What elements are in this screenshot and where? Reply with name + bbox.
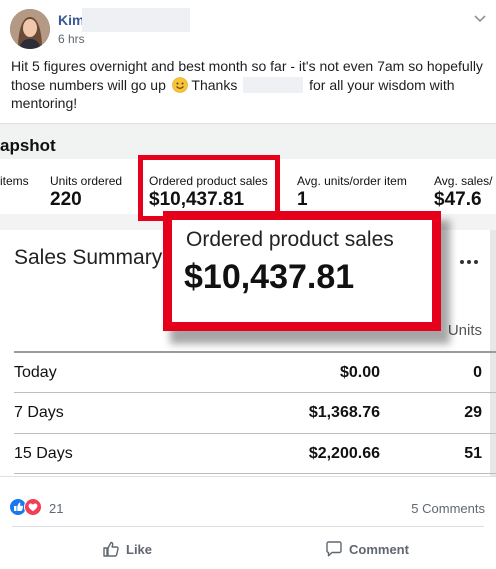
post-text-part2: Thanks (187, 76, 238, 93)
redacted-mention-block (243, 76, 304, 93)
metric-value-avg-sales: $47.6 (434, 189, 482, 210)
redacted-name-block (82, 8, 190, 32)
comment-bubble-icon (326, 541, 342, 557)
table-divider (14, 473, 496, 474)
table-divider (14, 433, 496, 434)
sales-summary-title: Sales Summary (14, 246, 163, 269)
chevron-down-icon[interactable] (472, 10, 488, 26)
table-divider (14, 351, 496, 353)
like-label: Like (126, 541, 153, 557)
comment-label: Comment (349, 541, 409, 557)
row-units-15days: 51 (464, 445, 482, 462)
row-period-15days: 15 Days (14, 445, 73, 462)
avatar-photo (10, 9, 50, 49)
row-units-7days: 29 (464, 404, 482, 421)
more-options-icon[interactable] (460, 251, 481, 269)
action-divider (12, 526, 484, 527)
card-edge (490, 230, 496, 476)
units-column-header: Units (447, 322, 482, 339)
metric-label-sales: Ordered product sales (149, 174, 268, 188)
metric-value-avg-units: 1 (297, 189, 308, 210)
metric-value-units: 220 (50, 189, 82, 210)
metric-value-sales: $10,437.81 (149, 189, 245, 210)
comment-button[interactable]: Comment (325, 540, 409, 558)
row-period-7days: 7 Days (14, 404, 64, 421)
snapshot-title: apshot (0, 136, 56, 155)
zoom-callout: Ordered product sales $10,437.81 (163, 211, 441, 331)
love-reaction-icon (24, 498, 42, 516)
thumbs-up-icon (103, 541, 119, 557)
row-units-today: 0 (473, 364, 482, 381)
author-avatar[interactable] (10, 9, 50, 49)
snapshot-header-band (0, 124, 496, 159)
smile-emoji-icon (171, 76, 188, 93)
row-sales-today: $0.00 (339, 364, 380, 381)
author-name[interactable]: Kim (58, 12, 84, 28)
like-button[interactable]: Like (102, 540, 152, 558)
row-sales-7days: $1,368.76 (308, 404, 380, 421)
row-sales-15days: $2,200.66 (308, 445, 380, 462)
post-body: Hit 5 figures overnight and best month s… (11, 57, 489, 113)
post-timestamp[interactable]: 6 hrs (58, 32, 85, 46)
reaction-count[interactable]: 21 (49, 501, 63, 516)
reaction-icons[interactable] (9, 498, 49, 516)
metric-label-avg-units: Avg. units/order item (297, 174, 407, 188)
metric-label-avg-sales: Avg. sales/ (434, 174, 493, 188)
zoom-callout-label: Ordered product sales (186, 228, 394, 251)
post-image[interactable]: apshot items Units ordered 220 Ordered p… (0, 123, 496, 477)
metric-label-items: items (0, 174, 29, 188)
table-divider (14, 392, 496, 393)
like-reaction-icon (9, 498, 27, 516)
comments-count-link[interactable]: 5 Comments (411, 501, 485, 516)
row-period-today: Today (14, 364, 57, 381)
metric-label-units: Units ordered (50, 174, 123, 188)
zoom-callout-value: $10,437.81 (184, 258, 355, 296)
